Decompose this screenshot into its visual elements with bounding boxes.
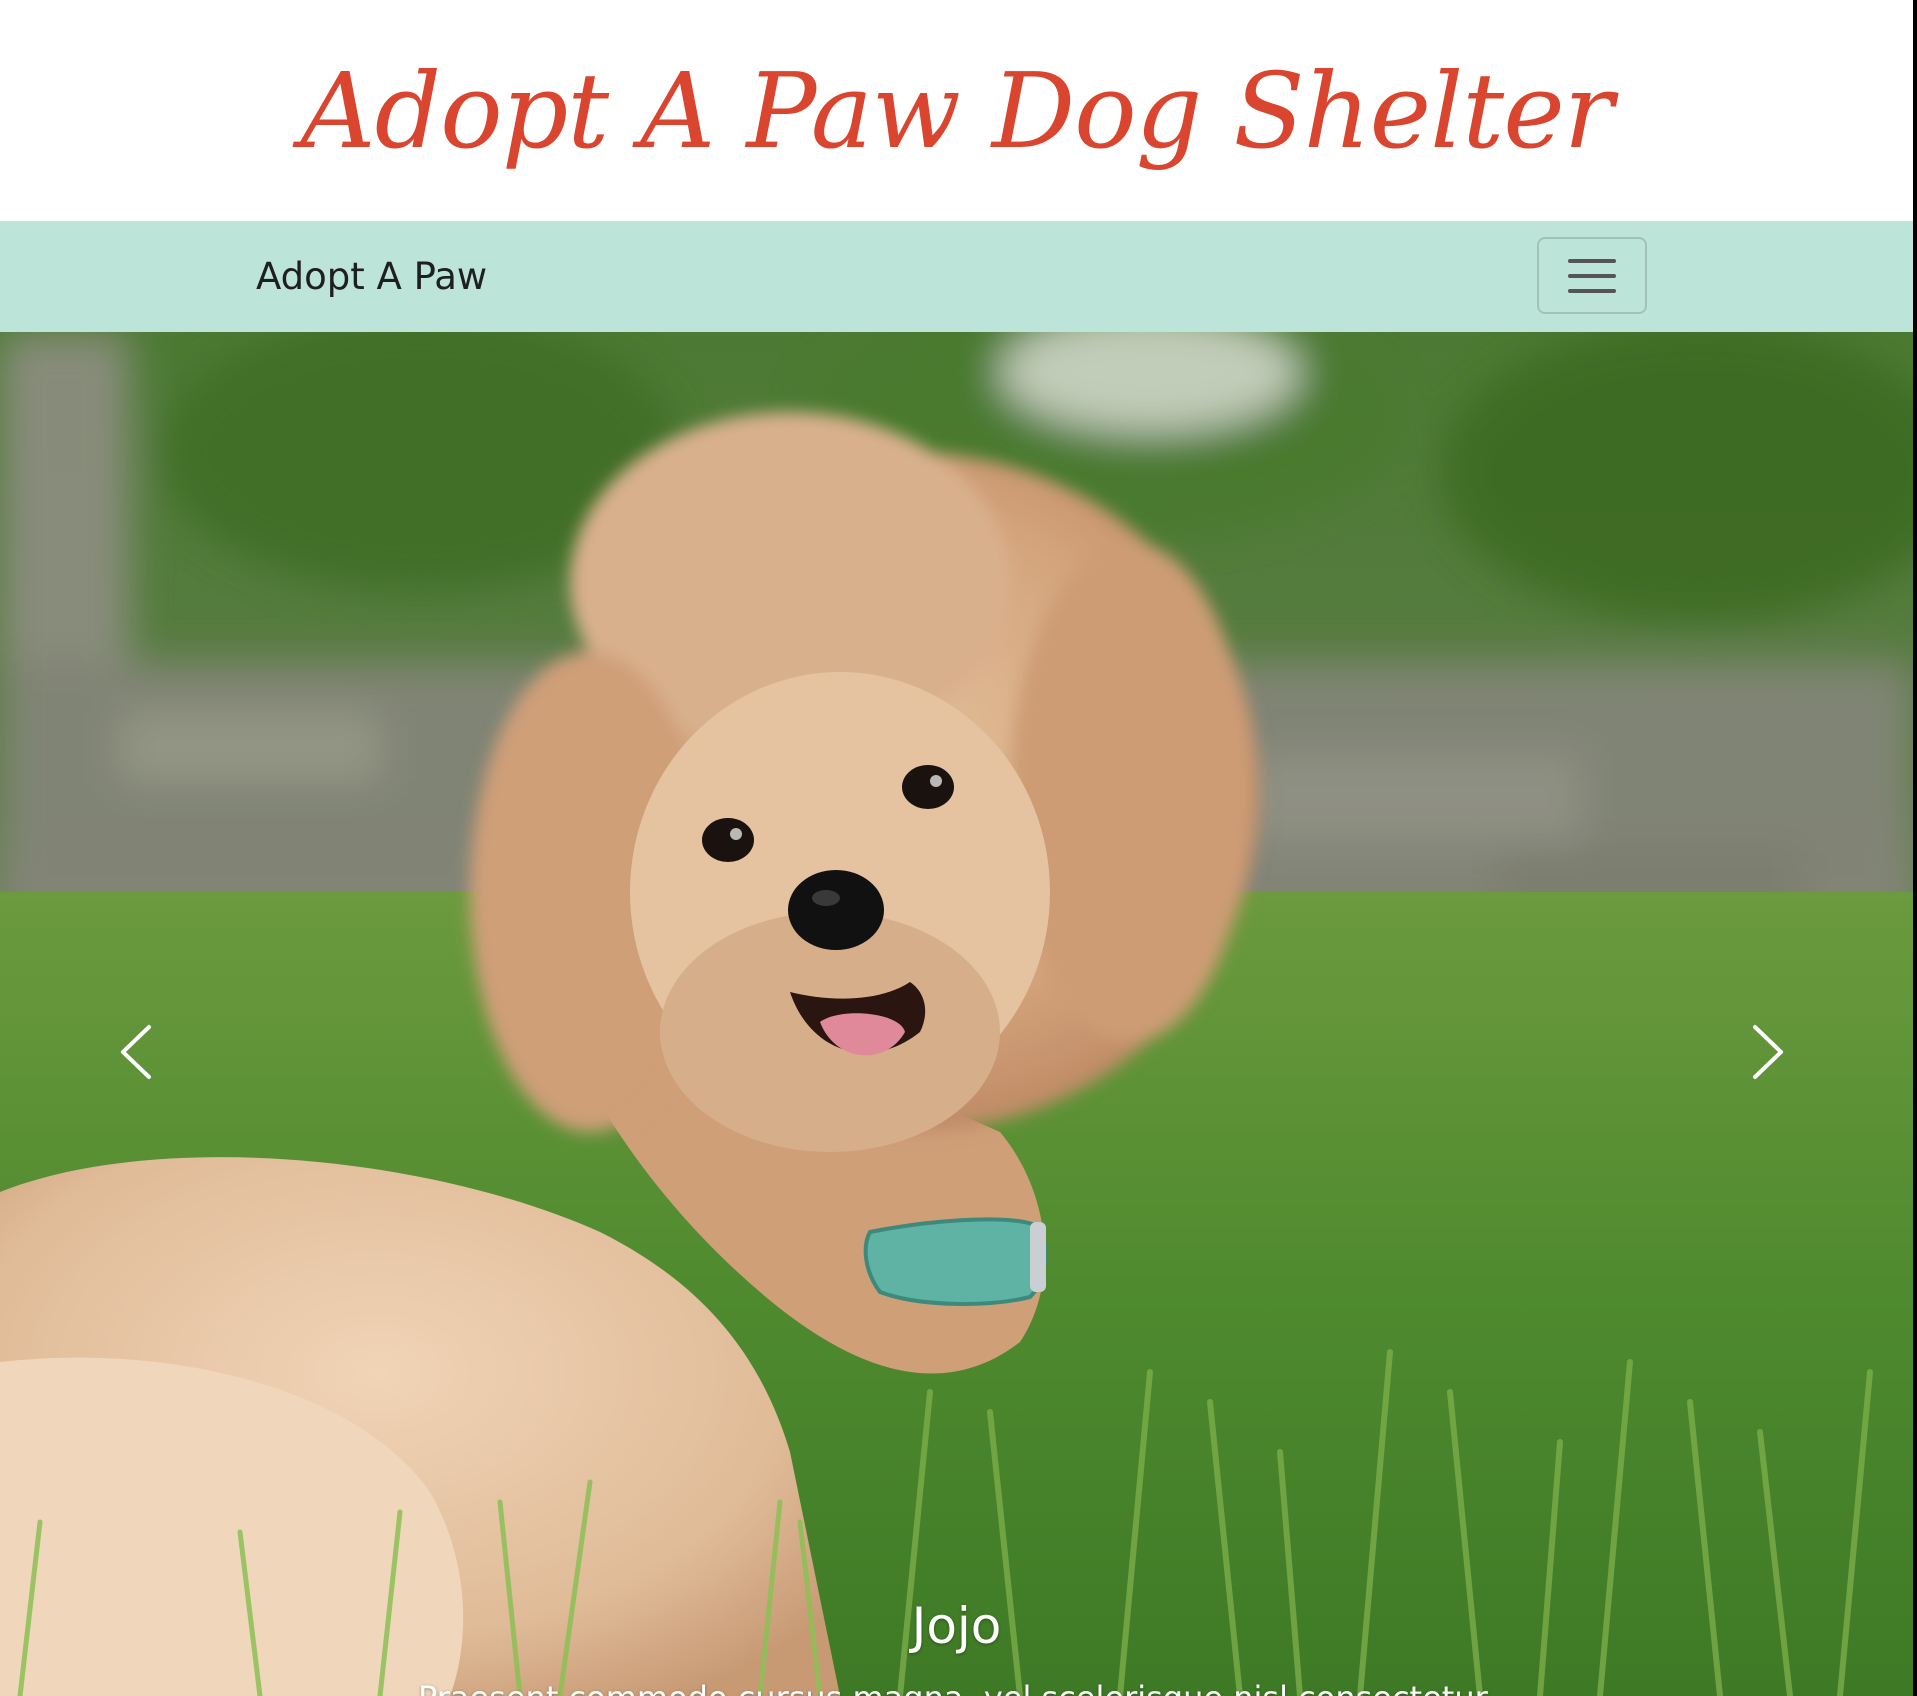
dog-photo — [0, 332, 1913, 1696]
carousel-caption-text: Praesent commodo cursus magna, vel scele… — [0, 1678, 1913, 1696]
navbar: Adopt A Paw — [0, 221, 1913, 332]
hamburger-menu-icon — [1568, 258, 1616, 263]
page: Adopt A Paw Dog Shelter Adopt A Paw Jojo — [0, 0, 1917, 1696]
site-header: Adopt A Paw Dog Shelter — [0, 0, 1913, 221]
carousel-next-button[interactable] — [1738, 1012, 1798, 1092]
hamburger-menu-icon-bar — [1568, 288, 1616, 293]
carousel-caption-title: Jojo — [911, 1597, 1002, 1655]
carousel-prev-button[interactable] — [106, 1012, 166, 1092]
navbar-toggler-button[interactable] — [1537, 237, 1647, 314]
site-title: Adopt A Paw Dog Shelter — [300, 49, 1614, 172]
chevron-left-icon — [121, 1025, 151, 1079]
carousel: Jojo Praesent commodo cursus magna, vel … — [0, 332, 1913, 1696]
navbar-brand[interactable]: Adopt A Paw — [256, 255, 487, 298]
hamburger-menu-icon-bar — [1568, 273, 1616, 278]
chevron-right-icon — [1753, 1025, 1783, 1079]
window-edge — [1913, 0, 1917, 1696]
